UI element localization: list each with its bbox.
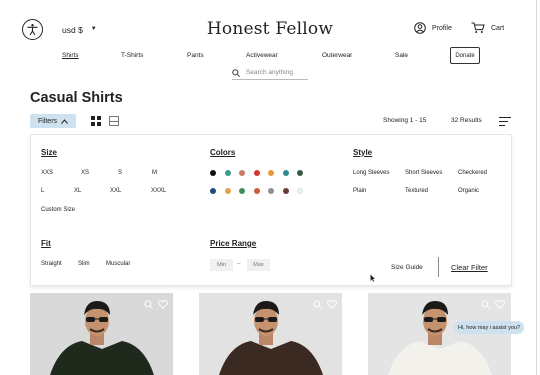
color-swatch[interactable]: [224, 170, 231, 176]
price-min-input[interactable]: Min: [210, 259, 233, 271]
size-guide-link[interactable]: Size Guide: [391, 264, 423, 271]
size-option[interactable]: XS: [81, 170, 89, 176]
size-option[interactable]: XXL: [110, 188, 121, 194]
grid-view-icon[interactable]: [91, 116, 101, 126]
fit-option[interactable]: Slim: [78, 261, 90, 267]
size-option-custom[interactable]: Custom Size: [41, 207, 75, 213]
scrollbar-edge: [536, 0, 537, 375]
size-option[interactable]: M: [152, 170, 157, 176]
results-count: 32 Results: [451, 117, 482, 124]
size-option[interactable]: XXXL: [151, 188, 166, 194]
quick-view-icon[interactable]: [144, 300, 153, 309]
nav-item-outerwear[interactable]: Outerwear: [322, 52, 352, 59]
price-separator: –: [237, 261, 241, 267]
color-swatch[interactable]: [282, 188, 289, 194]
fit-heading: Fit: [41, 239, 51, 248]
search-input[interactable]: Search anything: [246, 69, 293, 76]
nav-item-activewear[interactable]: Activewear: [246, 52, 278, 59]
filters-label: Filters: [37, 117, 58, 125]
card-actions: [144, 300, 168, 309]
heart-icon[interactable]: [158, 300, 168, 309]
nav-item-pants[interactable]: Pants: [187, 52, 204, 59]
cart-icon: [471, 22, 485, 33]
clear-filter-button[interactable]: Clear Filter: [451, 263, 488, 272]
divider: [438, 257, 439, 277]
size-option[interactable]: XL: [74, 188, 81, 194]
color-swatch[interactable]: [268, 188, 274, 194]
nav-item-sale[interactable]: Sale: [395, 52, 408, 59]
filter-panel: Size XXS XS S M L XL XXL XXXL Custom Siz…: [30, 134, 512, 286]
price-range-heading: Price Range: [210, 239, 257, 248]
chevron-up-icon: [61, 118, 68, 124]
style-option[interactable]: Checkered: [458, 170, 487, 176]
size-option[interactable]: XXS: [41, 170, 53, 176]
style-option[interactable]: Long Sleeves: [353, 170, 389, 176]
cart-link[interactable]: Cart: [471, 22, 504, 34]
style-option[interactable]: Plain: [353, 188, 366, 194]
size-heading: Size: [41, 148, 58, 157]
filters-button[interactable]: Filters: [30, 114, 76, 128]
fit-option[interactable]: Muscular: [106, 261, 130, 267]
fit-option[interactable]: Straight: [41, 261, 62, 267]
color-swatch[interactable]: [268, 170, 274, 176]
style-option[interactable]: Textured: [405, 188, 428, 194]
search-bar[interactable]: Search anything: [232, 66, 308, 80]
chat-bubble[interactable]: Hi, how may i assist you?: [454, 321, 524, 334]
color-swatch[interactable]: [210, 188, 216, 194]
color-swatch[interactable]: [239, 170, 245, 176]
showing-range: Showing 1 - 15: [383, 117, 427, 124]
color-swatch[interactable]: [297, 188, 303, 194]
color-swatch[interactable]: [224, 188, 231, 194]
color-swatch[interactable]: [239, 188, 245, 194]
color-swatch[interactable]: [210, 170, 216, 176]
color-swatch[interactable]: [297, 170, 303, 176]
style-option[interactable]: Short Sleeves: [405, 170, 442, 176]
style-heading: Style: [353, 148, 373, 157]
heart-icon[interactable]: [327, 300, 337, 309]
quick-view-icon[interactable]: [481, 300, 490, 309]
price-max-input[interactable]: Max: [247, 259, 270, 271]
style-option[interactable]: Organic: [458, 188, 479, 194]
quick-view-icon[interactable]: [313, 300, 322, 309]
color-swatch[interactable]: [253, 188, 260, 194]
heart-icon[interactable]: [495, 300, 505, 309]
profile-label: Profile: [432, 24, 452, 32]
sort-icon[interactable]: [499, 117, 511, 126]
page-title: Casual Shirts: [30, 90, 123, 106]
card-actions: [313, 300, 337, 309]
color-swatch[interactable]: [253, 170, 260, 176]
card-actions: [481, 300, 505, 309]
profile-link[interactable]: Profile: [414, 22, 452, 34]
nav-item-shirts[interactable]: Shirts: [62, 52, 79, 59]
list-view-icon[interactable]: [109, 116, 119, 126]
color-swatch[interactable]: [282, 170, 289, 176]
size-option[interactable]: S: [118, 170, 122, 176]
cart-label: Cart: [491, 24, 505, 32]
donate-button[interactable]: Donate: [450, 47, 480, 64]
brand-logo[interactable]: Honest Fellow: [0, 19, 540, 39]
cursor-icon: [370, 274, 375, 282]
search-icon: [232, 68, 240, 77]
profile-icon: [414, 22, 426, 34]
nav-item-tshirts[interactable]: T-Shirts: [121, 52, 143, 59]
size-option[interactable]: L: [41, 188, 44, 194]
colors-heading: Colors: [210, 148, 236, 157]
